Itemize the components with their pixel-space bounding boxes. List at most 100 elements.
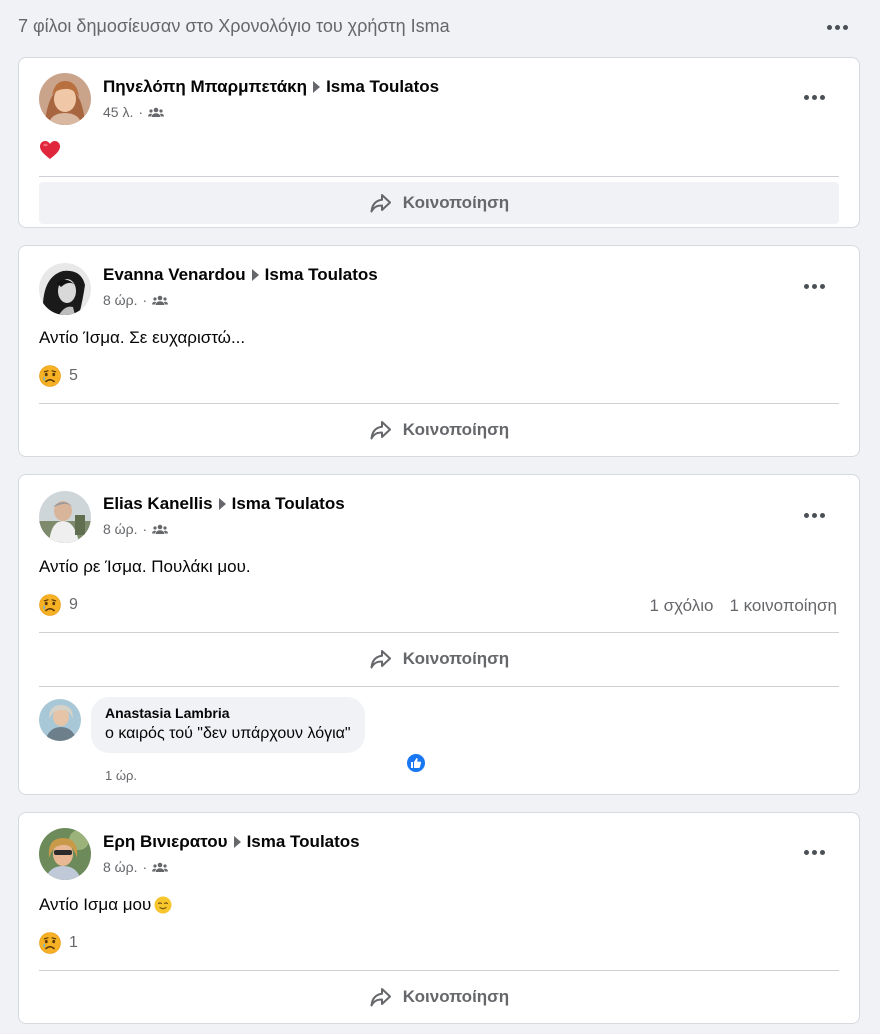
author-name-link[interactable]: Ερη Βινιερατου xyxy=(103,832,228,852)
relieved-face-emoji-icon xyxy=(154,896,172,914)
comment-text: ο καιρός τού "δεν υπάρχουν λόγια" xyxy=(105,725,351,742)
post-header: Elias Kanellis Isma Toulatos xyxy=(103,494,345,514)
post-body: Αντίο Ίσμα. Σε ευχαριστώ... xyxy=(39,328,246,347)
more-dot xyxy=(819,94,825,100)
thumbs-up-icon xyxy=(411,758,422,768)
action-divider xyxy=(39,176,839,177)
section-header: 7 φίλοι δημοσίευσαν στο Χρονολόγιο του χ… xyxy=(0,0,880,56)
commenter-name-link[interactable]: Anastasia Lambria xyxy=(105,705,351,721)
comments-divider xyxy=(39,686,839,687)
more-dot xyxy=(842,24,848,30)
post-body: Αντίο Ισμα μου xyxy=(39,895,173,915)
share-label: Κοινοποίηση xyxy=(402,987,510,1006)
more-dot xyxy=(803,849,809,855)
friends-audience-icon[interactable] xyxy=(152,861,169,873)
reactions-summary[interactable]: 5 xyxy=(39,365,78,387)
author-name-link[interactable]: Elias Kanellis xyxy=(103,494,213,514)
comment-bubble: Anastasia Lambria ο καιρός τού "δεν υπάρ… xyxy=(91,697,365,753)
post-time-link[interactable]: 8 ώρ. xyxy=(103,521,137,537)
reactions-summary[interactable]: 1 xyxy=(39,932,78,954)
action-divider xyxy=(39,403,839,404)
friends-audience-icon[interactable] xyxy=(152,523,169,535)
author-avatar[interactable] xyxy=(39,263,91,315)
shares-count-link[interactable]: 1 κοινοποίηση xyxy=(729,596,837,616)
target-name-link[interactable]: Isma Toulatos xyxy=(247,832,360,852)
post-time-link[interactable]: 8 ώρ. xyxy=(103,859,137,875)
comments-count-link[interactable]: 1 σχόλιο xyxy=(649,596,713,616)
author-name-link[interactable]: Evanna Venardou xyxy=(103,265,246,285)
share-icon xyxy=(370,421,391,440)
arrow-right-icon xyxy=(233,836,241,848)
more-dot xyxy=(826,24,832,30)
post-body xyxy=(39,140,61,160)
share-button[interactable]: Κοινοποίηση xyxy=(39,409,839,451)
comment-like-badge[interactable] xyxy=(405,752,427,774)
more-dot xyxy=(803,512,809,518)
reactions-summary[interactable]: 9 xyxy=(39,594,78,616)
author-name-link[interactable]: Πηνελόπη Μπαρμπετάκη xyxy=(103,77,307,97)
more-dot xyxy=(811,849,817,855)
post-more-options-button[interactable] xyxy=(799,274,829,298)
more-dot xyxy=(811,283,817,289)
post-body: Αντίο ρε Ίσμα. Πουλάκι μου. xyxy=(39,557,251,576)
reaction-count: 5 xyxy=(69,367,78,384)
more-dot xyxy=(803,94,809,100)
action-divider xyxy=(39,632,839,633)
arrow-right-icon xyxy=(251,269,259,281)
post-card: Ερη Βινιερατου Isma Toulatos 8 ώρ. · Αντ… xyxy=(18,812,860,1024)
reaction-count: 1 xyxy=(69,934,78,951)
meta-separator: · xyxy=(138,104,144,120)
target-name-link[interactable]: Isma Toulatos xyxy=(232,494,345,514)
arrow-right-icon xyxy=(218,498,226,510)
section-title: 7 φίλοι δημοσίευσαν στο Χρονολόγιο του χ… xyxy=(18,16,450,36)
commenter-avatar[interactable] xyxy=(39,699,81,741)
post-header: Ερη Βινιερατου Isma Toulatos xyxy=(103,832,360,852)
post-meta: 8 ώρ. · xyxy=(103,859,169,875)
more-dot xyxy=(819,512,825,518)
sad-reaction-icon xyxy=(39,932,61,954)
more-dot xyxy=(811,94,817,100)
share-button[interactable]: Κοινοποίηση xyxy=(39,976,839,1018)
author-avatar[interactable] xyxy=(39,828,91,880)
more-dot xyxy=(811,512,817,518)
post-card: Elias Kanellis Isma Toulatos 8 ώρ. · Αντ… xyxy=(18,474,860,795)
section-more-options-button[interactable] xyxy=(822,14,852,40)
more-dot xyxy=(834,24,840,30)
comment-time-link[interactable]: 1 ώρ. xyxy=(105,768,137,783)
sad-reaction-icon xyxy=(39,365,61,387)
more-dot xyxy=(819,849,825,855)
post-card: Evanna Venardou Isma Toulatos 8 ώρ. · Αν… xyxy=(18,245,860,457)
post-time-link[interactable]: 45 λ. xyxy=(103,104,133,120)
share-button[interactable]: Κοινοποίηση xyxy=(39,638,839,680)
share-label: Κοινοποίηση xyxy=(402,420,510,439)
target-name-link[interactable]: Isma Toulatos xyxy=(326,77,439,97)
share-icon xyxy=(370,194,391,213)
post-text: Αντίο Ισμα μου xyxy=(39,895,152,914)
author-avatar[interactable] xyxy=(39,73,91,125)
heart-icon xyxy=(40,141,60,159)
share-button[interactable]: Κοινοποίηση xyxy=(39,182,839,224)
more-dot xyxy=(803,283,809,289)
friends-audience-icon[interactable] xyxy=(152,294,169,306)
author-avatar[interactable] xyxy=(39,491,91,543)
reaction-count: 9 xyxy=(69,596,78,613)
post-header: Evanna Venardou Isma Toulatos xyxy=(103,265,378,285)
share-icon xyxy=(370,988,391,1007)
action-divider xyxy=(39,970,839,971)
post-time-link[interactable]: 8 ώρ. xyxy=(103,292,137,308)
post-meta: 45 λ. · xyxy=(103,104,165,120)
post-card: Πηνελόπη Μπαρμπετάκη Isma Toulatos 45 λ.… xyxy=(18,57,860,228)
meta-separator: · xyxy=(142,521,148,537)
post-meta: 8 ώρ. · xyxy=(103,292,169,308)
post-header: Πηνελόπη Μπαρμπετάκη Isma Toulatos xyxy=(103,77,439,97)
target-name-link[interactable]: Isma Toulatos xyxy=(265,265,378,285)
post-more-options-button[interactable] xyxy=(799,840,829,864)
engagement-counts: 1 σχόλιο 1 κοινοποίηση xyxy=(649,596,837,616)
post-more-options-button[interactable] xyxy=(799,503,829,527)
post-meta: 8 ώρ. · xyxy=(103,521,169,537)
share-label: Κοινοποίηση xyxy=(402,649,510,668)
share-icon xyxy=(370,650,391,669)
friends-audience-icon[interactable] xyxy=(148,106,165,118)
post-more-options-button[interactable] xyxy=(799,85,829,109)
more-dot xyxy=(819,283,825,289)
